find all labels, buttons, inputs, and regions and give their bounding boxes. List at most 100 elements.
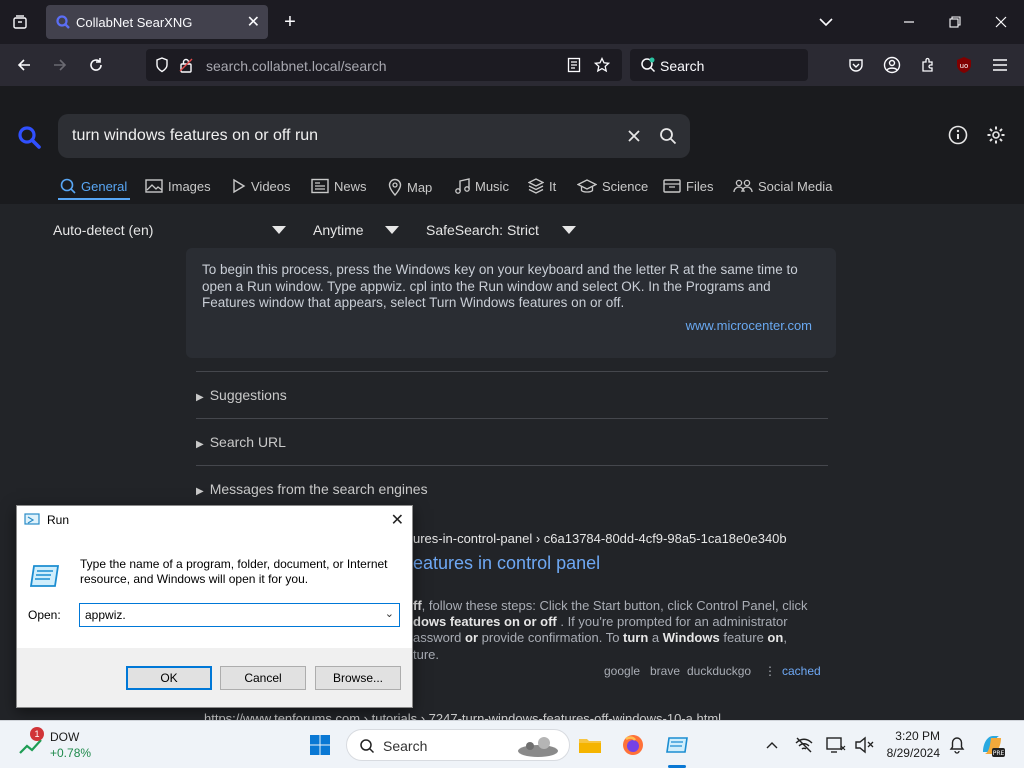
engine-google: google — [604, 664, 641, 678]
answer-source-link[interactable]: www.microcenter.com — [686, 318, 812, 333]
volume-muted-icon[interactable] — [852, 733, 876, 757]
category-map[interactable]: Map — [388, 178, 432, 196]
file-explorer-icon[interactable] — [577, 733, 603, 757]
category-general[interactable]: General — [60, 178, 127, 194]
extensions-icon[interactable] — [916, 53, 940, 77]
network-offline-icon[interactable] — [792, 733, 816, 757]
windows-start-icon[interactable] — [308, 733, 332, 757]
browser-search-box[interactable]: Search — [630, 49, 808, 81]
engine-brave: brave — [650, 664, 681, 678]
address-bar[interactable]: search.collabnet.local/search — [146, 49, 622, 81]
answer-box: To begin this process, press the Windows… — [186, 248, 836, 358]
combobox-dropdown-icon[interactable]: ⌄ — [385, 607, 394, 620]
search-header: turn windows features on or off run Gene… — [0, 86, 1024, 204]
searxng-logo-icon[interactable] — [16, 124, 42, 150]
close-window-icon[interactable] — [989, 10, 1013, 34]
run-close-icon[interactable]: ✕ — [391, 510, 404, 530]
category-files[interactable]: Files — [663, 178, 713, 194]
category-music[interactable]: Music — [454, 178, 509, 194]
open-combobox[interactable]: appwiz. ⌄ — [79, 603, 400, 627]
minimize-icon[interactable] — [897, 10, 921, 34]
category-label: Videos — [251, 178, 291, 194]
ok-button[interactable]: OK — [126, 666, 212, 690]
tab-collabnet-searxng[interactable]: CollabNet SearXNG ✕ — [46, 5, 268, 39]
run-title-bar[interactable]: Run ✕ — [17, 506, 412, 534]
tab-strip: CollabNet SearXNG ✕ + — [0, 0, 1024, 44]
engine-messages-toggle[interactable]: ▶ Messages from the search engines — [196, 481, 428, 497]
insecure-lock-icon[interactable] — [174, 53, 198, 77]
category-label: General — [81, 178, 128, 194]
category-label: Files — [686, 178, 714, 194]
newspaper-icon — [311, 178, 329, 194]
tab-close-icon[interactable]: ✕ — [247, 12, 260, 32]
new-tab-icon[interactable]: + — [278, 10, 302, 34]
cancel-button[interactable]: Cancel — [220, 666, 306, 690]
search-submit-icon[interactable] — [656, 124, 680, 148]
time-filter[interactable]: Anytime — [313, 222, 364, 238]
bookmark-star-icon[interactable] — [590, 53, 614, 77]
reload-icon[interactable] — [84, 53, 108, 77]
run-taskbar-icon[interactable] — [664, 733, 690, 757]
forward-icon[interactable] — [48, 53, 72, 77]
safesearch-dropdown-icon[interactable] — [562, 226, 576, 234]
engine-separator: ⋮ — [764, 664, 776, 678]
category-images[interactable]: Images — [145, 178, 211, 194]
divider — [196, 465, 828, 466]
result-url[interactable]: https://www.tenforums.com › tutorials › … — [204, 711, 721, 720]
suggestions-label: Suggestions — [209, 387, 287, 403]
category-social-media[interactable]: Social Media — [733, 178, 832, 194]
clear-search-icon[interactable] — [622, 124, 646, 148]
run-program-icon — [29, 560, 61, 592]
engine-messages-label: Messages from the search engines — [209, 481, 428, 497]
notification-bell-icon[interactable] — [945, 733, 969, 757]
url-text: search.collabnet.local/search — [206, 58, 387, 74]
search-engine-icon — [636, 53, 660, 77]
result-title[interactable]: eatures in control panel — [413, 553, 600, 574]
result-url[interactable]: ures-in-control-panel › c6a13784-80dd-4c… — [413, 531, 787, 546]
query-text[interactable]: turn windows features on or off run — [72, 127, 318, 145]
clock-time[interactable]: 3:20 PM — [878, 729, 940, 743]
suggestions-toggle[interactable]: ▶ Suggestions — [196, 387, 287, 403]
taskbar-search[interactable]: Search — [346, 729, 570, 761]
ublock-origin-icon[interactable]: uo — [952, 53, 976, 77]
run-app-icon — [23, 510, 41, 528]
category-label: Social Media — [758, 178, 833, 194]
query-input[interactable]: turn windows features on or off run — [58, 114, 690, 158]
cached-link[interactable]: cached — [782, 664, 821, 678]
search-icon — [60, 178, 76, 194]
navigation-toolbar: search.collabnet.local/search Search uo — [0, 44, 1024, 86]
tracking-protection-shield-icon[interactable] — [150, 53, 174, 77]
tab-manager-icon[interactable] — [8, 10, 32, 34]
result-snippet-line: dows features on or off . If you're prom… — [413, 614, 788, 629]
clock-date[interactable]: 8/29/2024 — [878, 746, 940, 760]
language-dropdown-icon[interactable] — [272, 226, 286, 234]
category-label: Map — [407, 179, 433, 195]
browse-button[interactable]: Browse... — [315, 666, 401, 690]
copilot-icon[interactable]: PRE — [978, 731, 1006, 759]
searxng-favicon-icon — [56, 15, 70, 29]
restore-icon[interactable] — [943, 10, 967, 34]
open-input-value[interactable]: appwiz. — [85, 608, 126, 622]
back-icon[interactable] — [12, 53, 36, 77]
about-info-icon[interactable] — [946, 123, 970, 147]
category-it[interactable]: It — [528, 178, 556, 194]
category-news[interactable]: News — [311, 178, 367, 194]
account-icon[interactable] — [880, 53, 904, 77]
safesearch-filter[interactable]: SafeSearch: Strict — [426, 222, 539, 238]
category-science[interactable]: Science — [577, 178, 648, 194]
list-all-tabs-icon[interactable] — [814, 10, 838, 34]
graduation-cap-icon — [577, 179, 597, 193]
time-dropdown-icon[interactable] — [385, 226, 399, 234]
language-filter[interactable]: Auto-detect (en) — [53, 222, 153, 238]
firefox-icon[interactable] — [620, 733, 646, 757]
pocket-icon[interactable] — [844, 53, 868, 77]
category-videos[interactable]: Videos — [232, 178, 291, 194]
app-menu-icon[interactable] — [988, 53, 1012, 77]
reader-view-icon[interactable] — [562, 53, 586, 77]
display-icon[interactable] — [824, 733, 848, 757]
stock-name[interactable]: DOW — [50, 730, 79, 744]
preferences-gear-icon[interactable] — [984, 123, 1008, 147]
run-title: Run — [47, 513, 70, 527]
search-url-toggle[interactable]: ▶ Search URL — [196, 434, 286, 450]
show-hidden-icons-icon[interactable] — [760, 733, 784, 757]
